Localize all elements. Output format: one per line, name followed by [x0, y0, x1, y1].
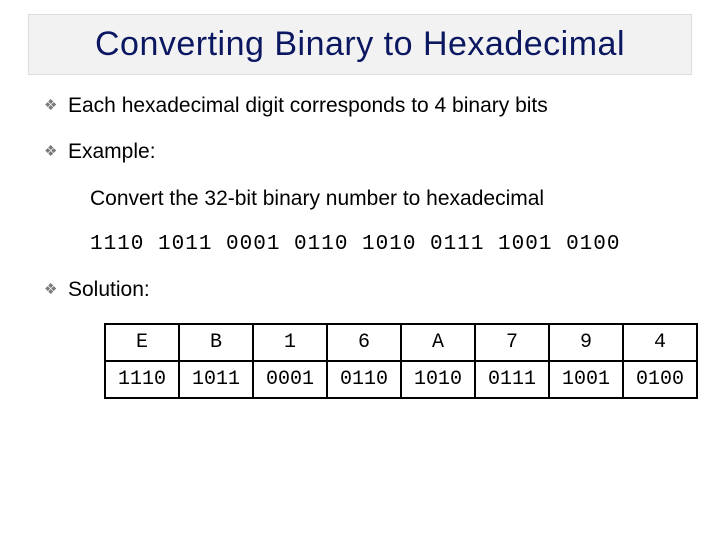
hex-cell: 7: [475, 324, 549, 361]
slide-title: Converting Binary to Hexadecimal: [43, 25, 677, 64]
bullet-1: ❖ Each hexadecimal digit corresponds to …: [44, 93, 676, 119]
nibble-cell: 0111: [475, 361, 549, 398]
table-row: E B 1 6 A 7 9 4: [105, 324, 697, 361]
slide: Converting Binary to Hexadecimal ❖ Each …: [0, 14, 720, 554]
bullet-1-text: Each hexadecimal digit corresponds to 4 …: [68, 93, 548, 119]
bullet-icon: ❖: [44, 139, 58, 165]
bullet-2-text: Example:: [68, 139, 156, 165]
hex-cell: 6: [327, 324, 401, 361]
hex-cell: A: [401, 324, 475, 361]
hex-cell: B: [179, 324, 253, 361]
bullet-icon: ❖: [44, 277, 58, 303]
nibble-cell: 0100: [623, 361, 697, 398]
bullet-3-text: Solution:: [68, 277, 150, 303]
hex-cell: E: [105, 324, 179, 361]
title-bar: Converting Binary to Hexadecimal: [28, 14, 692, 75]
content-area: ❖ Each hexadecimal digit corresponds to …: [0, 75, 720, 399]
example-binary: 1110 1011 0001 0110 1010 0111 1001 0100: [90, 231, 676, 259]
bullet-2: ❖ Example:: [44, 139, 676, 165]
nibble-cell: 1001: [549, 361, 623, 398]
bullet-icon: ❖: [44, 93, 58, 119]
example-prompt: Convert the 32-bit binary number to hexa…: [90, 185, 676, 213]
nibble-cell: 1010: [401, 361, 475, 398]
nibble-cell: 1011: [179, 361, 253, 398]
nibble-cell: 0110: [327, 361, 401, 398]
bullet-3: ❖ Solution:: [44, 277, 676, 303]
hex-cell: 4: [623, 324, 697, 361]
nibble-cell: 1110: [105, 361, 179, 398]
hex-cell: 9: [549, 324, 623, 361]
solution-table: E B 1 6 A 7 9 4 1110 1011 0001 0110 1010…: [104, 323, 698, 399]
hex-cell: 1: [253, 324, 327, 361]
nibble-cell: 0001: [253, 361, 327, 398]
table-row: 1110 1011 0001 0110 1010 0111 1001 0100: [105, 361, 697, 398]
